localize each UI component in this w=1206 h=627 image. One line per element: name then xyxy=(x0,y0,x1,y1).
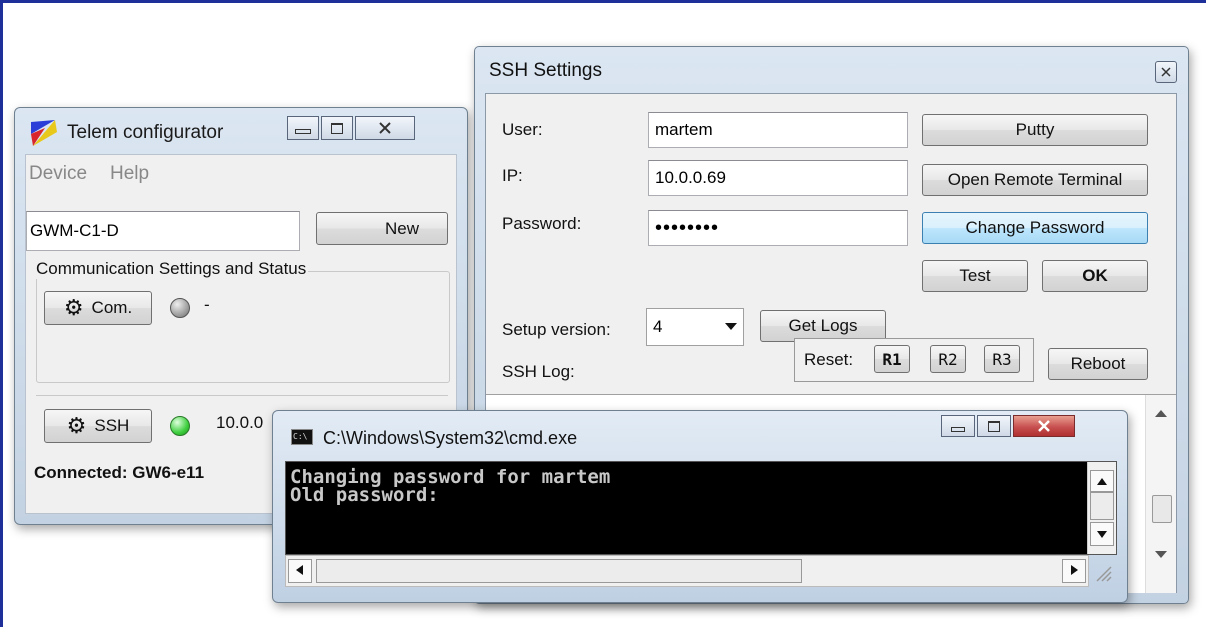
setup-version-label: Setup version: xyxy=(502,320,611,339)
cmd-close-button[interactable] xyxy=(1013,415,1075,437)
user-label: User: xyxy=(502,120,543,139)
com-button-label: Com. xyxy=(91,298,133,317)
communication-group xyxy=(36,271,450,383)
ok-button-label: OK xyxy=(1082,266,1108,285)
scroll-down-icon xyxy=(1097,531,1107,538)
password-field-value: •••••••• xyxy=(655,216,720,239)
maximize-icon xyxy=(988,420,1000,432)
minimize-icon xyxy=(951,426,965,432)
ok-button[interactable]: OK xyxy=(1042,260,1148,292)
reboot-label: Reboot xyxy=(1070,354,1126,373)
scroll-up-icon xyxy=(1097,478,1107,485)
close-icon xyxy=(1161,67,1171,77)
telem-app-icon xyxy=(31,120,57,146)
chevron-down-icon xyxy=(725,323,737,330)
com-status-text: - xyxy=(204,295,210,314)
reset-label: Reset: xyxy=(804,350,854,369)
gear-icon: ⚙ xyxy=(63,295,84,320)
test-button-label: Test xyxy=(959,266,991,285)
com-button[interactable]: ⚙ Com. xyxy=(44,291,152,325)
scroll-left-button[interactable] xyxy=(288,559,312,583)
putty-button-label: Putty xyxy=(1015,120,1055,139)
scroll-left-icon xyxy=(296,565,303,575)
maximize-icon xyxy=(331,122,343,134)
new-button-label: New xyxy=(384,218,419,238)
ip-label: IP: xyxy=(502,166,523,185)
close-button[interactable] xyxy=(355,116,415,140)
setup-version-select[interactable]: 4 xyxy=(646,308,744,346)
minimize-icon xyxy=(295,128,311,134)
scroll-down-button[interactable] xyxy=(1090,522,1114,546)
password-label: Password: xyxy=(502,214,582,233)
menu-help[interactable]: Help xyxy=(110,163,149,185)
ssh-title-bar[interactable]: SSH Settings xyxy=(475,47,1188,93)
com-status-led xyxy=(170,298,190,318)
ssh-status-text: 10.0.0 xyxy=(216,413,264,432)
r1-label: R1 xyxy=(882,349,902,369)
cmd-console[interactable]: Changing password for martem Old passwor… xyxy=(285,461,1117,555)
change-password-button[interactable]: Change Password xyxy=(922,212,1148,244)
telem-title: Telem configurator xyxy=(67,122,224,143)
close-icon xyxy=(1038,420,1050,432)
log-scroll-thumb[interactable] xyxy=(1152,495,1172,523)
ssh-title: SSH Settings xyxy=(489,60,602,81)
scroll-right-icon xyxy=(1071,565,1078,575)
scroll-right-button[interactable] xyxy=(1062,559,1086,583)
cmd-title-bar[interactable]: C:\ C:\Windows\System32\cmd.exe xyxy=(273,411,1127,455)
change-password-label: Change Password xyxy=(965,218,1105,237)
separator xyxy=(36,395,448,396)
ssh-status-led xyxy=(170,416,190,436)
cmd-title: C:\Windows\System32\cmd.exe xyxy=(323,428,578,448)
device-field-value: GWM-C1-D xyxy=(30,221,119,240)
r3-button[interactable]: R3 xyxy=(984,345,1020,373)
communication-group-label: Communication Settings and Status xyxy=(34,259,309,279)
putty-button[interactable]: Putty xyxy=(922,114,1148,146)
r2-button[interactable]: R2 xyxy=(930,345,966,373)
connected-status: Connected: GW6-e11 xyxy=(34,463,205,482)
ip-field[interactable]: 10.0.0.69 xyxy=(648,160,908,196)
ssh-button-label: SSH xyxy=(94,416,130,435)
get-logs-label: Get Logs xyxy=(788,316,858,335)
cmd-line-2: Old password: xyxy=(290,484,439,506)
user-field[interactable]: martem xyxy=(648,112,908,148)
r1-button[interactable]: R1 xyxy=(874,345,910,373)
cmd-app-icon: C:\ xyxy=(291,429,313,445)
r2-label: R2 xyxy=(938,349,958,369)
password-field[interactable]: •••••••• xyxy=(648,210,908,246)
scroll-thumb[interactable] xyxy=(1090,492,1114,520)
scroll-up-icon[interactable] xyxy=(1155,409,1167,417)
reboot-button[interactable]: Reboot xyxy=(1048,348,1148,380)
cmd-maximize-button[interactable] xyxy=(977,415,1011,437)
ssh-close-button[interactable] xyxy=(1155,61,1177,83)
new-button[interactable]: New xyxy=(316,212,448,245)
ssh-log-label: SSH Log: xyxy=(502,362,575,381)
open-remote-terminal-button[interactable]: Open Remote Terminal xyxy=(922,164,1148,196)
setup-version-value: 4 xyxy=(653,317,663,336)
cmd-window: C:\ C:\Windows\System32\cmd.exe Changing… xyxy=(272,410,1128,603)
maximize-button[interactable] xyxy=(321,116,353,140)
r3-label: R3 xyxy=(992,349,1012,369)
open-remote-terminal-label: Open Remote Terminal xyxy=(947,170,1123,189)
ip-field-value: 10.0.0.69 xyxy=(655,168,726,187)
user-field-value: martem xyxy=(655,120,713,139)
scroll-up-button[interactable] xyxy=(1090,470,1114,492)
ssh-button[interactable]: ⚙ SSH xyxy=(44,409,152,443)
resize-grip-icon[interactable] xyxy=(1091,561,1113,583)
menu-device[interactable]: Device xyxy=(29,163,87,185)
telem-title-bar[interactable]: Telem configurator xyxy=(15,108,467,154)
test-button[interactable]: Test xyxy=(922,260,1028,292)
cmd-minimize-button[interactable] xyxy=(941,415,975,437)
cmd-vertical-scrollbar[interactable] xyxy=(1087,462,1116,554)
close-icon xyxy=(379,122,391,134)
scroll-down-icon[interactable] xyxy=(1155,551,1167,559)
menu-bar: Device Help xyxy=(26,155,456,191)
horizontal-scroll-thumb[interactable] xyxy=(316,559,802,583)
gear-icon: ⚙ xyxy=(66,413,87,438)
minimize-button[interactable] xyxy=(287,116,319,140)
log-scrollbar[interactable] xyxy=(1145,395,1176,593)
cmd-icon-text: C:\ xyxy=(293,432,308,441)
device-field[interactable]: GWM-C1-D xyxy=(26,211,300,251)
cmd-horizontal-scrollbar[interactable] xyxy=(285,555,1089,587)
